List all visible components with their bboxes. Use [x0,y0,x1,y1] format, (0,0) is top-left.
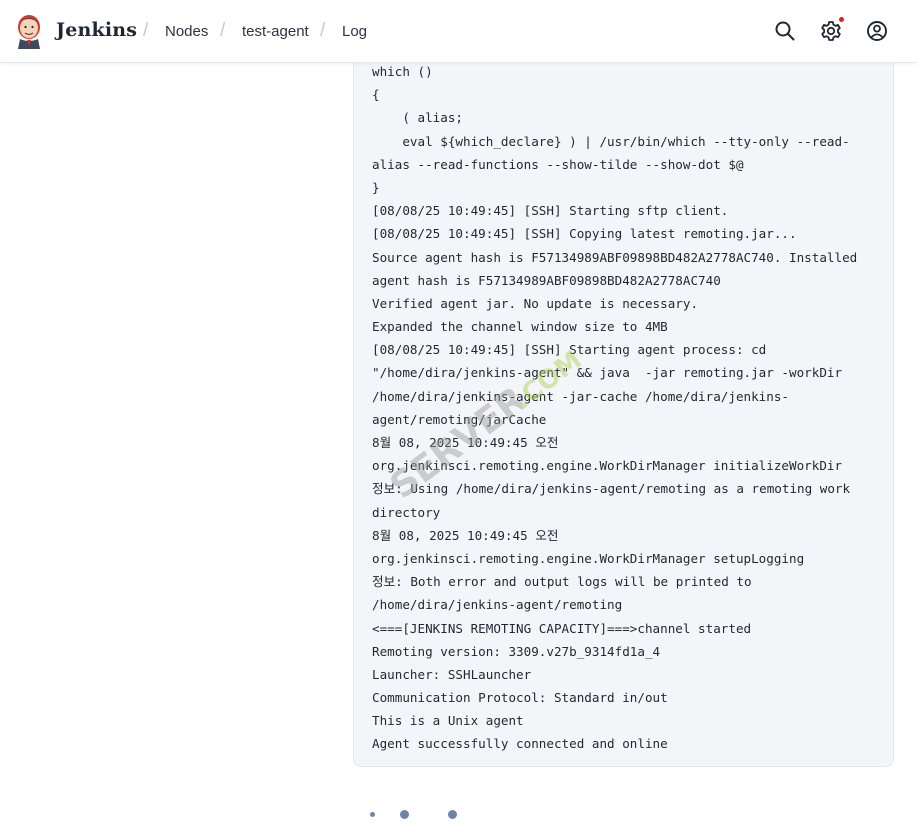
log-line: /home/dira/jenkins-agent -jar-cache /hom… [372,388,790,404]
log-line: Verified agent jar. No update is necessa… [372,295,699,311]
search-button[interactable] [769,15,801,47]
log-line: agent/remoting/jarCache [372,411,547,427]
loading-dots-icon [448,810,457,819]
log-line: } [372,179,380,195]
log-line: 정보: Both error and output logs will be p… [372,574,752,590]
notification-dot [839,17,844,22]
log-line: 8월 08, 2025 10:49:45 오전 [372,435,559,450]
log-line: <===[JENKINS REMOTING CAPACITY]===>chann… [372,620,752,636]
log-line: org.jenkinsci.remoting.engine.WorkDirMan… [372,550,805,566]
log-line: "/home/dira/jenkins-agent" && java -jar … [372,365,843,381]
log-line: org.jenkinsci.remoting.engine.WorkDirMan… [372,458,843,474]
breadcrumb-test-agent[interactable]: test-agent [242,23,309,40]
log-line: which () [372,64,433,79]
log-line: This is a Unix agent [372,713,524,729]
log-line: eval ${which_declare} ) | /usr/bin/which… [372,133,850,149]
loading-dots-icon [370,812,375,817]
log-line: [08/08/25 10:49:45] [SSH] Starting agent… [372,342,767,358]
log-line: alias --read-functions --show-tilde --sh… [372,156,744,172]
breadcrumb-separator: / [220,20,226,41]
log-line: Agent successfully connected and online [372,736,668,752]
user-menu-button[interactable] [861,15,893,47]
breadcrumb-log[interactable]: Log [342,23,367,40]
console-output: which () { ( alias; eval ${which_declare}… [353,40,894,767]
log-line: /home/dira/jenkins-agent/remoting [372,597,623,613]
log-line: ( alias; [372,110,463,126]
log-line: Source agent hash is F57134989ABF09898BD… [372,249,858,265]
log-line: 정보: Using /home/dira/jenkins-agent/remot… [372,481,851,497]
manage-jenkins-button[interactable] [815,15,847,47]
loading-dots-icon [400,810,409,819]
log-line: Launcher: SSHLauncher [372,666,532,682]
user-icon [867,21,887,41]
top-bar: Jenkins / Nodes / test-agent / Log [0,0,917,63]
log-line: [08/08/25 10:49:45] [SSH] Starting sftp … [372,203,729,219]
log-line: { [372,87,380,103]
log-line: Remoting version: 3309.v27b_9314fd1a_4 [372,643,661,659]
log-line: agent hash is F57134989ABF09898BD482A277… [372,272,721,288]
log-line: directory [372,504,441,520]
search-icon [775,21,795,41]
log-line: [08/08/25 10:49:45] [SSH] Copying latest… [372,226,797,242]
breadcrumb-separator: / [143,20,149,41]
log-line: 8월 08, 2025 10:49:45 오전 [372,527,559,543]
log-text: which () { ( alias; eval ${which_declare}… [372,60,857,756]
brand-title[interactable]: Jenkins [56,19,137,41]
breadcrumb-separator: / [320,20,326,41]
log-line: Communication Protocol: Standard in/out [372,690,668,706]
breadcrumb-nodes[interactable]: Nodes [165,23,208,40]
jenkins-logo-icon[interactable] [14,13,44,49]
gear-icon [821,21,841,41]
log-line: Expanded the channel window size to 4MB [372,319,668,335]
